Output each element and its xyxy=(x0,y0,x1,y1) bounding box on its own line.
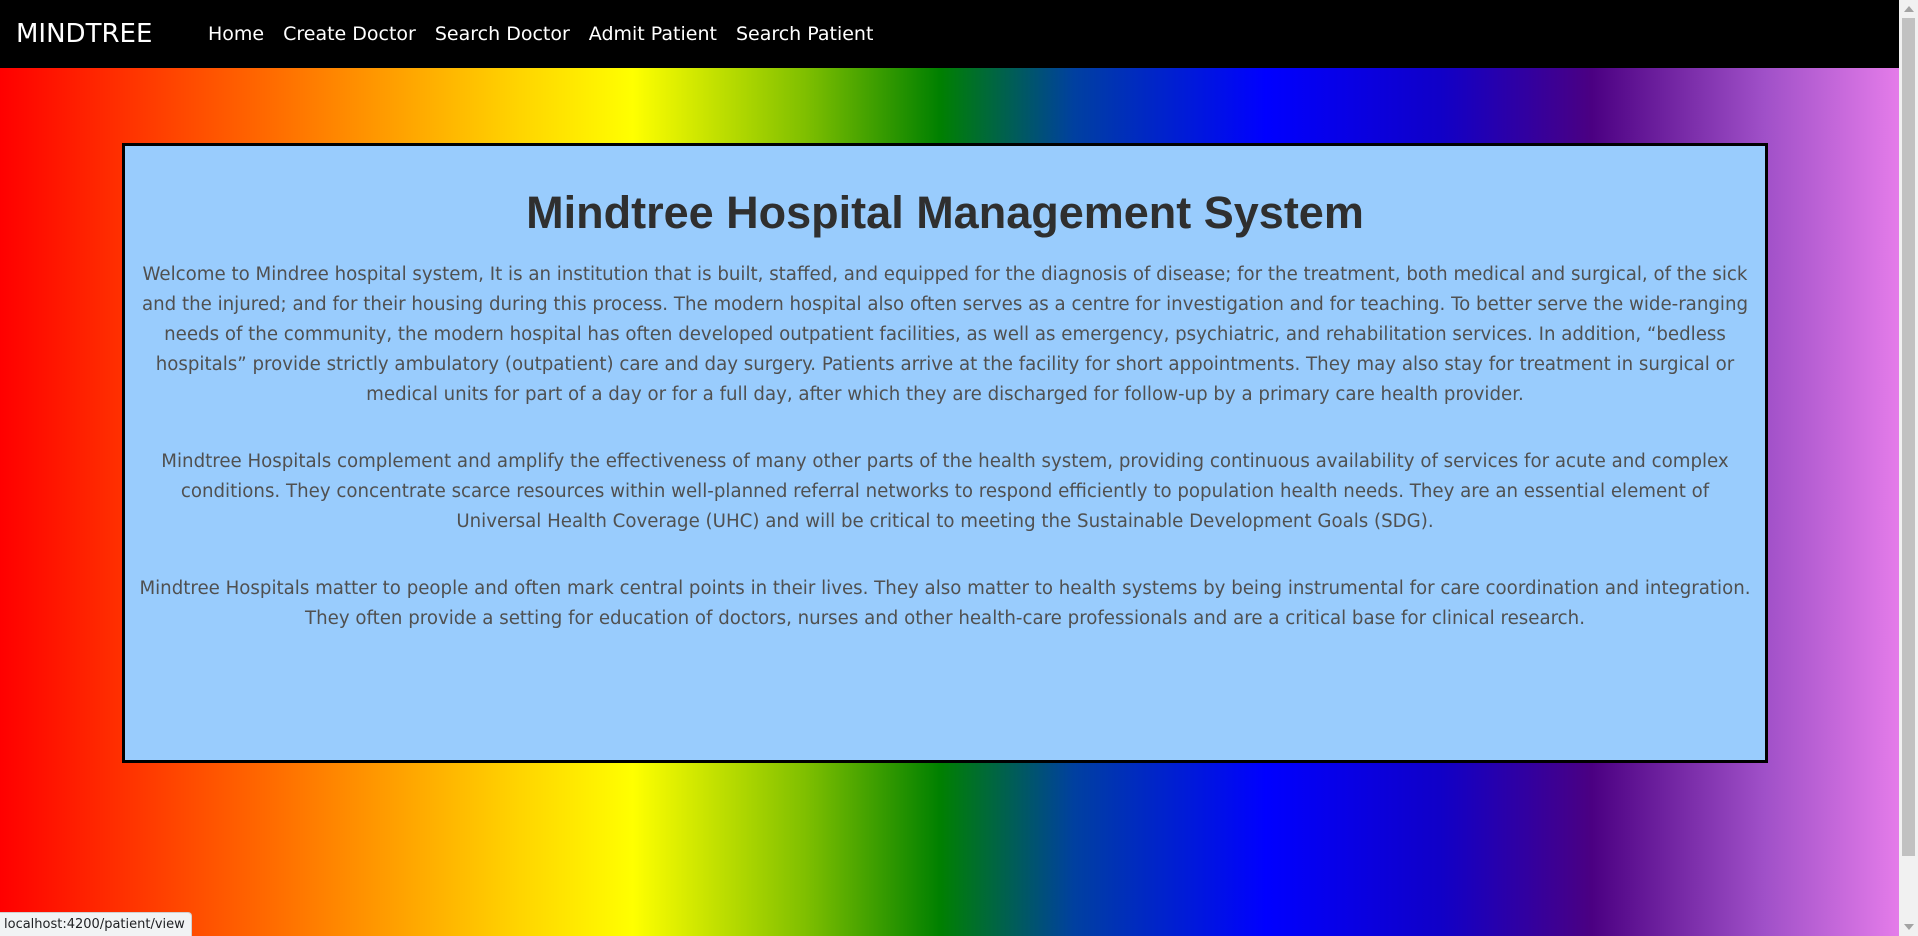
health-system-paragraph: Mindtree Hospitals complement and amplif… xyxy=(161,450,1729,532)
scroll-up-arrow-icon[interactable] xyxy=(1904,6,1914,12)
nav-link-admit-patient[interactable]: Admit Patient xyxy=(589,23,717,45)
nav-link-search-doctor[interactable]: Search Doctor xyxy=(435,23,570,45)
nav-link-search-patient[interactable]: Search Patient xyxy=(736,23,873,45)
scrollbar-thumb[interactable] xyxy=(1902,18,1915,856)
people-paragraph: Mindtree Hospitals matter to people and … xyxy=(139,577,1751,629)
top-navbar: MINDTREE Home Create Doctor Search Docto… xyxy=(0,0,1899,68)
nav-link-create-doctor[interactable]: Create Doctor xyxy=(283,23,416,45)
intro-paragraph: Welcome to Mindree hospital system, It i… xyxy=(141,263,1749,405)
nav-links: Home Create Doctor Search Doctor Admit P… xyxy=(208,23,892,45)
brand-logo[interactable]: MINDTREE xyxy=(16,19,208,49)
vertical-scrollbar[interactable] xyxy=(1899,0,1918,936)
nav-link-home[interactable]: Home xyxy=(208,23,264,45)
page-title: Mindtree Hospital Management System xyxy=(526,187,1364,238)
scroll-down-arrow-icon[interactable] xyxy=(1904,924,1914,930)
link-status-bar: localhost:4200/patient/view xyxy=(0,912,192,936)
welcome-card: Mindtree Hospital Management System Welc… xyxy=(122,143,1768,763)
